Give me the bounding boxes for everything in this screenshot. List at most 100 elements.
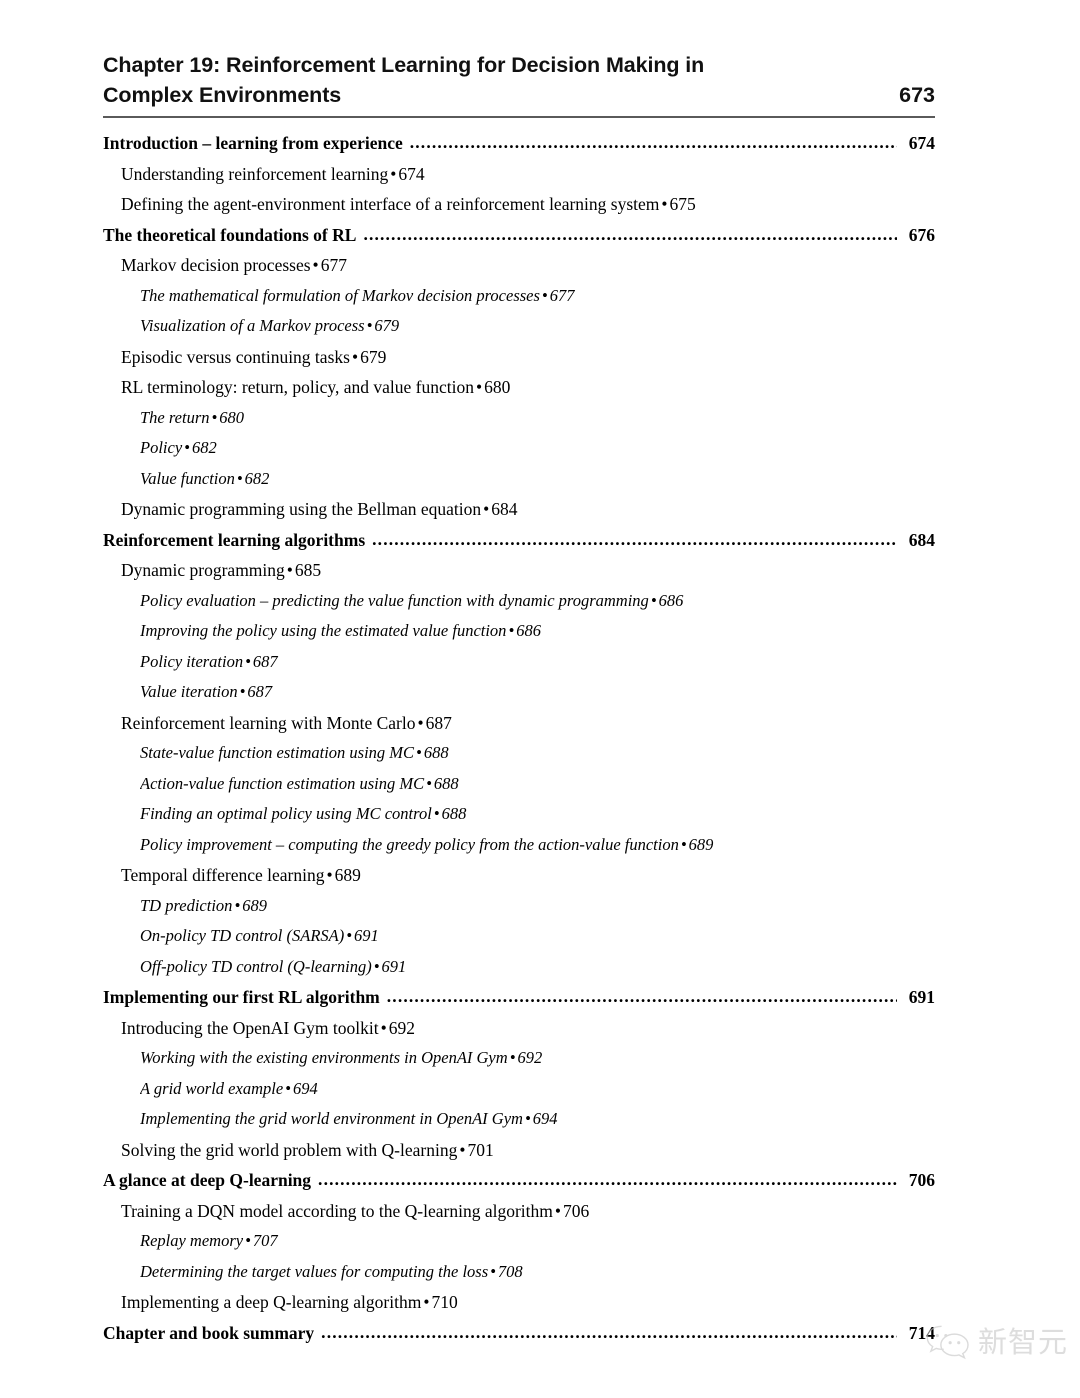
toc-entry-page-number: 684: [491, 499, 518, 519]
toc-entry-page-number: 691: [381, 956, 407, 976]
toc-entry-level-2[interactable]: Training a DQN model according to the Q-…: [121, 1196, 935, 1227]
toc-entry-separator: •: [476, 377, 483, 397]
toc-entry-title: Chapter and book summary: [103, 1322, 315, 1343]
toc-entry-separator: •: [245, 1231, 251, 1250]
toc-entry-level-3[interactable]: Policy improvement – computing the greed…: [140, 830, 935, 861]
toc-entry-title: Dynamic programming using the Bellman eq…: [121, 499, 482, 519]
toc-entry-level-2[interactable]: Introducing the OpenAI Gym toolkit • 692: [121, 1013, 935, 1044]
toc-entry-separator: •: [366, 316, 373, 335]
toc-entry-title: Implementing our first RL algorithm: [103, 987, 380, 1007]
toc-entry-page-number: 677: [320, 255, 347, 275]
toc-entry-title: Temporal difference learning: [121, 865, 325, 885]
toc-entry-level-3[interactable]: Policy iteration • 687: [140, 647, 935, 678]
toc-entry-page-number: 714: [908, 1322, 935, 1343]
toc-entry-separator: •: [490, 1261, 496, 1281]
toc-entry-level-3[interactable]: Policy • 682: [140, 433, 935, 464]
toc-entry-level-3[interactable]: Replay memory • 707: [140, 1226, 935, 1257]
watermark: 新智元: [925, 1322, 1068, 1362]
toc-entry-separator: •: [184, 438, 190, 457]
toc-entry-level-3[interactable]: Implementing the grid world environment …: [140, 1104, 935, 1135]
toc-entry-level-1[interactable]: The theoretical foundations of RL.......…: [103, 220, 935, 251]
toc-entry-level-3[interactable]: On-policy TD control (SARSA) • 691: [140, 921, 935, 952]
toc-entry-level-3[interactable]: Off-policy TD control (Q-learning) • 691: [140, 952, 935, 983]
toc-entry-page-number: 675: [669, 194, 696, 214]
toc-entry-page-number: 686: [516, 621, 541, 640]
toc-entry-level-2[interactable]: Understanding reinforcement learning • 674: [121, 159, 935, 190]
toc-entry-level-2[interactable]: Episodic versus continuing tasks • 679: [121, 342, 935, 373]
toc-entry-level-2[interactable]: Markov decision processes • 677: [121, 250, 935, 281]
toc-entry-level-3[interactable]: The mathematical formulation of Markov d…: [140, 281, 935, 312]
toc-entry-page-number: 687: [252, 651, 278, 671]
toc-entry-level-3[interactable]: TD prediction • 689: [140, 891, 935, 922]
toc-entry-title: TD prediction: [140, 895, 233, 915]
toc-entry-separator: •: [541, 285, 548, 305]
toc-entry-page-number: 694: [532, 1109, 558, 1128]
toc-entry-separator: •: [661, 194, 668, 214]
toc-entry-title: Implementing a deep Q-learning algorithm: [121, 1292, 422, 1312]
toc-entry-page-number: 682: [191, 438, 217, 457]
toc-entry-title: Understanding reinforcement learning: [121, 163, 389, 184]
toc-entry-level-2[interactable]: Reinforcement learning with Monte Carlo •…: [121, 708, 935, 739]
toc-entry-page-number: 710: [431, 1292, 458, 1312]
toc-entry-separator: •: [426, 773, 432, 793]
toc-entry-level-3[interactable]: State-value function estimation using MC…: [140, 738, 935, 769]
toc-entry-page-number: 688: [423, 743, 449, 762]
toc-entry-separator: •: [373, 956, 380, 976]
toc-entry-level-2[interactable]: RL terminology: return, policy, and valu…: [121, 372, 935, 403]
toc-entry-separator: •: [508, 621, 515, 640]
toc-entry-separator: •: [326, 865, 333, 885]
toc-entry-page-number: 689: [688, 834, 714, 854]
toc-entry-separator: •: [211, 407, 218, 427]
toc-page: Chapter 19: Reinforcement Learning for D…: [0, 0, 1080, 1398]
toc-entry-title: Action-value function estimation using M…: [140, 773, 425, 793]
toc-entry-level-1[interactable]: Reinforcement learning algorithms.......…: [103, 525, 935, 556]
toc-entry-level-2[interactable]: Dynamic programming using the Bellman eq…: [121, 494, 935, 525]
toc-entry-level-3[interactable]: Improving the policy using the estimated…: [140, 616, 935, 647]
toc-entry-level-3[interactable]: Working with the existing environments i…: [140, 1043, 935, 1074]
toc-entry-level-2[interactable]: Temporal difference learning • 689: [121, 860, 935, 891]
toc-entry-title: Working with the existing environments i…: [140, 1048, 508, 1067]
toc-entry-title: Value iteration: [140, 682, 238, 701]
toc-entry-page-number: 688: [433, 773, 459, 793]
chapter-title-row: Chapter 19: Reinforcement Learning for D…: [103, 50, 935, 110]
toc-entry-level-3[interactable]: Action-value function estimation using M…: [140, 769, 935, 800]
toc-entry-level-3[interactable]: The return • 680: [140, 403, 935, 434]
toc-entry-level-3[interactable]: A grid world example • 694: [140, 1074, 935, 1105]
toc-entry-level-1[interactable]: A glance at deep Q-learning.............…: [103, 1165, 935, 1196]
toc-entry-title: Visualization of a Markov process: [140, 316, 365, 335]
toc-entry-separator: •: [483, 499, 490, 519]
toc-entry-title: Introduction – learning from experience: [103, 133, 403, 153]
toc-entry-level-1[interactable]: Chapter and book summary................…: [103, 1318, 935, 1349]
toc-entry-level-2[interactable]: Defining the agent-environment interface…: [121, 189, 935, 220]
toc-entry-title: Implementing the grid world environment …: [140, 1109, 523, 1128]
toc-entry-page-number: 677: [549, 285, 575, 305]
toc-entry-level-2[interactable]: Implementing a deep Q-learning algorithm…: [121, 1287, 935, 1318]
toc-entry-separator: •: [416, 743, 422, 762]
toc-entry-page-number: 689: [242, 895, 267, 915]
toc-entry-level-3[interactable]: Value iteration • 687: [140, 677, 935, 708]
toc-entry-level-1[interactable]: Introduction – learning from experience.…: [103, 128, 935, 159]
toc-entry-separator: •: [459, 1139, 466, 1160]
toc-entry-level-3[interactable]: Determining the target values for comput…: [140, 1257, 935, 1288]
toc-entry-page-number: 694: [292, 1078, 318, 1098]
toc-entry-level-2[interactable]: Dynamic programming • 685: [121, 555, 935, 586]
toc-entry-title: Defining the agent-environment interface…: [121, 194, 660, 214]
toc-entry-separator: •: [236, 468, 243, 488]
toc-entry-level-3[interactable]: Value function • 682: [140, 464, 935, 495]
toc-entry-level-2[interactable]: Solving the grid world problem with Q-le…: [121, 1135, 935, 1166]
toc-entry-title: A glance at deep Q-learning: [103, 1170, 312, 1190]
toc-entry-page-number: 684: [908, 529, 935, 550]
toc-entry-separator: •: [680, 834, 687, 854]
toc-entry-title: Reinforcement learning algorithms: [103, 529, 366, 550]
toc-entry-page-number: 701: [467, 1139, 494, 1160]
page-title: Chapter 19: Reinforcement Learning for D…: [103, 50, 704, 110]
toc-entry-title: State-value function estimation using MC: [140, 743, 415, 762]
toc-entry-level-3[interactable]: Policy evaluation – predicting the value…: [140, 586, 935, 617]
toc-entry-level-3[interactable]: Visualization of a Markov process • 679: [140, 311, 935, 342]
toc-entry-page-number: 682: [244, 468, 270, 488]
toc-entry-level-3[interactable]: Finding an optimal policy using MC contr…: [140, 799, 935, 830]
dot-leader: ........................................…: [321, 1321, 897, 1342]
toc-entry-separator: •: [239, 682, 246, 701]
toc-entry-level-1[interactable]: Implementing our first RL algorithm.....…: [103, 982, 935, 1013]
toc-entry-separator: •: [423, 1292, 430, 1312]
